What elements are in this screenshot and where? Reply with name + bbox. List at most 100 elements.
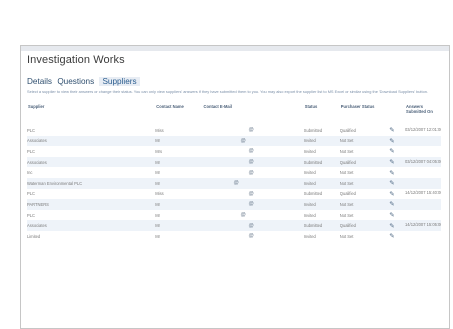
edit-icon[interactable]: ✎ (389, 147, 395, 155)
edit-icon[interactable]: ✎ (389, 169, 395, 177)
contact-email-cell[interactable]: @ (202, 199, 304, 210)
supplier-cell[interactable]: Inc (27, 167, 155, 178)
header-contact-name: Contact Name (156, 104, 184, 109)
header-contact-email: Contact E-Mail (203, 104, 232, 109)
table-row[interactable]: Waterman Environmental PLC Mr @ Invited … (27, 177, 441, 189)
mail-icon[interactable]: @ (249, 170, 254, 176)
header-answers-submitted: Answers Submitted On (406, 104, 433, 114)
contact-email-cell[interactable]: @ (203, 125, 304, 136)
answers-submitted-cell: 03/12/2007 12:01:00 (405, 126, 441, 132)
purchaser-status-cell: Not Set (339, 170, 354, 176)
answers-submitted-cell (405, 210, 441, 221)
edit-cell[interactable]: ✎ (389, 220, 405, 231)
contact-email-cell[interactable]: @ (203, 146, 304, 157)
contact-email-cell[interactable]: @ (202, 177, 304, 189)
mail-icon[interactable]: @ (249, 223, 254, 229)
edit-cell[interactable]: ✎ (389, 177, 405, 189)
purchaser-status-cell: Not Set (339, 199, 390, 210)
contact-email-cell[interactable]: @ (203, 210, 304, 221)
edit-icon[interactable]: ✎ (389, 222, 395, 230)
table-row[interactable]: PLC Miss @ Submitted Qualified ✎ 14/12/2… (27, 189, 441, 200)
edit-cell[interactable]: ✎ (389, 146, 405, 157)
supplier-cell[interactable]: Associates (27, 220, 156, 231)
status-cell: Invited (303, 148, 316, 154)
purchaser-status-cell: Not Set (339, 148, 354, 154)
answers-submitted-cell (405, 199, 441, 210)
page-title: Investigation Works (27, 54, 125, 66)
contact-email-cell[interactable]: @ (202, 135, 304, 147)
edit-icon[interactable]: ✎ (389, 211, 395, 219)
table-row[interactable]: PLC Miss @ Submitted Qualified ✎ 03/12/2… (27, 125, 441, 136)
supplier-cell[interactable]: Limited (27, 231, 155, 242)
contact-email-cell[interactable]: @ (203, 167, 304, 178)
supplier-table-container: Supplier Contact Name Contact E-Mail Sta… (27, 102, 441, 242)
tab-suppliers[interactable]: Suppliers (99, 77, 140, 86)
table-row[interactable]: Associates Mr @ Submitted Qualified ✎ 03… (27, 156, 441, 168)
contact-email-cell[interactable]: @ (202, 156, 304, 168)
status-cell: Invited (303, 177, 340, 189)
contact-name-cell: Miss (155, 127, 164, 133)
mail-icon[interactable]: @ (241, 138, 246, 144)
status-cell: Submitted (303, 220, 340, 231)
edit-cell[interactable]: ✎ (389, 135, 405, 147)
edit-icon[interactable]: ✎ (389, 200, 395, 208)
contact-email-cell[interactable]: @ (202, 220, 304, 231)
table-row[interactable]: Associates Mr @ Invited Not Set ✎ (27, 135, 441, 147)
tab-details[interactable]: Details (27, 77, 52, 86)
supplier-cell[interactable]: PARTNERS (27, 199, 156, 210)
status-cell: Invited (303, 170, 316, 176)
purchaser-status-cell: Not Set (339, 233, 354, 239)
purchaser-status-cell: Qualified (339, 156, 390, 168)
mail-icon[interactable]: @ (234, 180, 239, 186)
mail-icon[interactable]: @ (249, 159, 254, 165)
contact-name-cell: Mr (155, 233, 161, 239)
edit-cell[interactable]: ✎ (389, 189, 405, 200)
edit-cell[interactable]: ✎ (389, 156, 405, 168)
mail-icon[interactable]: @ (249, 191, 254, 197)
edit-icon[interactable]: ✎ (389, 158, 395, 166)
tab-questions[interactable]: Questions (57, 77, 94, 86)
status-cell: Submitted (303, 191, 323, 197)
table-row[interactable]: PLC Mrs @ Invited Not Set ✎ (27, 146, 441, 157)
table-row[interactable]: PLC Mr @ Invited Not Set ✎ (27, 210, 441, 221)
edit-icon[interactable]: ✎ (389, 190, 395, 198)
tab-bar: Details Questions Suppliers (27, 77, 143, 86)
header-status: Status (304, 104, 318, 109)
supplier-cell[interactable]: PLC (27, 146, 155, 157)
answers-submitted-cell (405, 135, 441, 147)
supplier-table: Supplier Contact Name Contact E-Mail Sta… (27, 102, 441, 242)
contact-name-cell: Mr (155, 170, 161, 176)
edit-cell[interactable]: ✎ (389, 231, 405, 242)
edit-cell[interactable]: ✎ (389, 125, 405, 136)
edit-icon[interactable]: ✎ (389, 137, 395, 145)
supplier-cell[interactable]: PLC (27, 125, 155, 136)
mail-icon[interactable]: @ (249, 201, 254, 207)
supplier-cell[interactable]: PLC (27, 210, 155, 221)
supplier-cell[interactable]: Waterman Environmental PLC (27, 177, 156, 189)
mail-icon[interactable]: @ (249, 233, 254, 239)
supplier-cell[interactable]: PLC (27, 189, 155, 200)
contact-name-cell: Mr (155, 199, 203, 210)
supplier-cell[interactable]: Associates (27, 156, 156, 168)
edit-cell[interactable]: ✎ (389, 167, 405, 178)
table-row[interactable]: Inc Mr @ Invited Not Set ✎ (27, 167, 441, 178)
edit-icon[interactable]: ✎ (389, 232, 395, 240)
mail-icon[interactable]: @ (241, 212, 246, 218)
table-row[interactable]: Associates Mr @ Submitted Qualified ✎ 14… (27, 220, 441, 231)
mail-icon[interactable]: @ (249, 148, 254, 154)
supplier-cell[interactable]: Associates (27, 135, 156, 147)
table-row[interactable]: Limited Mr @ Invited Not Set ✎ (27, 231, 441, 242)
edit-cell[interactable]: ✎ (389, 199, 405, 210)
mail-icon[interactable]: @ (249, 127, 254, 133)
edit-icon[interactable]: ✎ (389, 179, 395, 187)
contact-email-cell[interactable]: @ (203, 189, 304, 200)
table-header-row: Supplier Contact Name Contact E-Mail Sta… (27, 102, 441, 125)
edit-icon[interactable]: ✎ (389, 126, 395, 134)
table-row[interactable]: PARTNERS Mr @ Invited Not Set ✎ (27, 199, 441, 210)
header-edit (389, 102, 405, 125)
instructions-text: Select a supplier to view their answers … (27, 89, 429, 94)
answers-submitted-cell (405, 231, 441, 242)
answers-submitted-cell: 14/12/2007 15:40:00 (405, 190, 441, 196)
edit-cell[interactable]: ✎ (389, 210, 405, 221)
contact-email-cell[interactable]: @ (203, 231, 304, 242)
